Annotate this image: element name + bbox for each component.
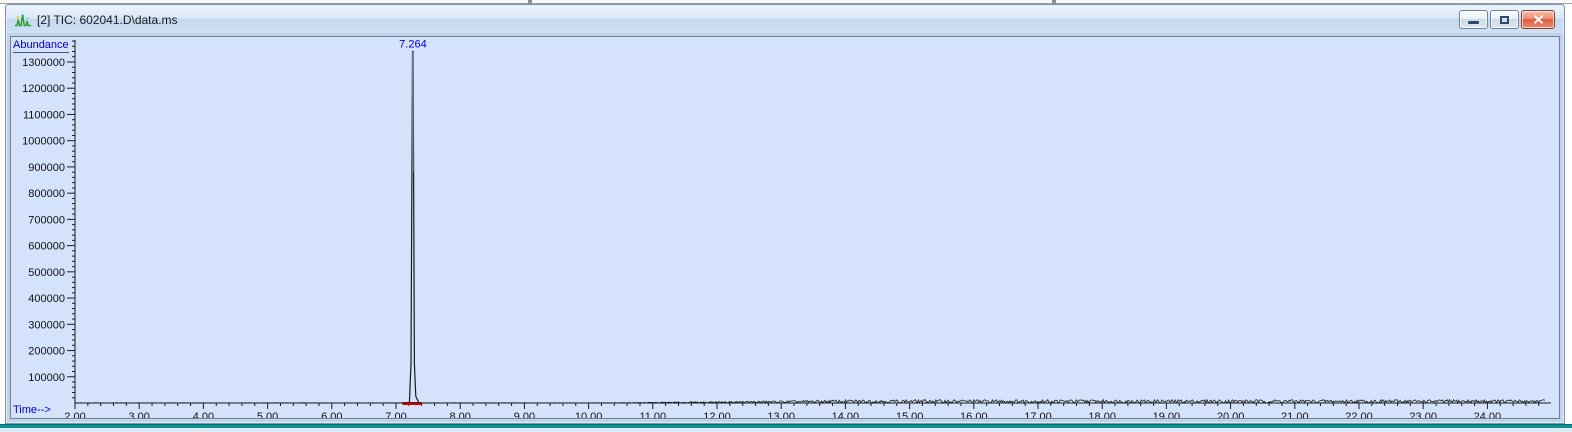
y-axis-title: Abundance (13, 39, 69, 53)
x-tick-label: 19.00 (1153, 411, 1181, 418)
minimize-button[interactable] (1459, 10, 1488, 29)
y-tick-label: 1000000 (22, 136, 65, 148)
x-tick-label: 22.00 (1345, 411, 1373, 418)
chromatogram-icon (15, 13, 31, 26)
y-tick-label: 600000 (28, 241, 65, 253)
x-tick-label: 24.00 (1474, 411, 1502, 418)
x-tick-label: 21.00 (1281, 411, 1309, 418)
x-tick-label: 8.00 (449, 411, 470, 418)
window-title: [2] TIC: 602041.D\data.ms (37, 12, 178, 27)
y-tick-label: 500000 (28, 267, 65, 279)
chromatogram-plot[interactable]: 100000 200000 300000 400000 500000 600000 7000… (10, 36, 1560, 419)
y-tick-label: 700000 (28, 214, 65, 226)
y-tick-label: 400000 (28, 293, 65, 305)
peak-label: 7.264 (399, 39, 427, 51)
x-tick-label: 3.00 (128, 411, 149, 418)
y-tick-label: 1200000 (22, 83, 65, 95)
x-tick-label: 16.00 (960, 411, 988, 418)
x-tick-label: 9.00 (514, 411, 535, 418)
chromatogram-window: [2] TIC: 602041.D\data.ms 100000 200000 30… (5, 4, 1565, 424)
x-tick-label: 11.00 (639, 411, 666, 418)
tic-peak-trace (408, 50, 420, 403)
y-tick-label: 800000 (28, 188, 65, 200)
window-titlebar[interactable]: [2] TIC: 602041.D\data.ms (7, 6, 1563, 33)
tic-chart: 100000 200000 300000 400000 500000 600000 7000… (22, 39, 1551, 418)
x-tick-label: 14.00 (832, 411, 860, 418)
x-tick-label: 6.00 (321, 411, 342, 418)
x-tick-label: 5.00 (257, 411, 278, 418)
close-button[interactable] (1521, 10, 1555, 29)
restore-button[interactable] (1490, 10, 1519, 29)
x-tick-label: 23.00 (1409, 411, 1437, 418)
x-tick-label: 13.00 (767, 411, 795, 418)
x-tick-label: 20.00 (1217, 411, 1245, 418)
x-tick-label: 10.00 (575, 411, 603, 418)
x-tick-label: 4.00 (193, 411, 214, 418)
x-tick-label: 18.00 (1088, 411, 1116, 418)
parent-app-background (0, 428, 1572, 432)
close-icon (1533, 15, 1543, 24)
y-tick-label: 100000 (28, 372, 65, 384)
x-tick-label: 7.00 (385, 411, 406, 418)
minimize-icon (1468, 21, 1479, 24)
tic-baseline-trace (74, 398, 1546, 405)
y-tick-label: 300000 (28, 319, 65, 331)
x-axis-title: Time--> (13, 404, 51, 416)
y-tick-label: 1100000 (23, 109, 65, 121)
window-controls (1459, 10, 1555, 29)
x-tick-label: 17.00 (1024, 411, 1052, 418)
x-tick-label: 2.00 (64, 411, 85, 418)
x-tick-label: 15.00 (896, 411, 924, 418)
y-tick-label: 900000 (28, 162, 65, 174)
y-tick-label: 200000 (28, 346, 65, 358)
x-tick-label: 12.00 (703, 411, 731, 418)
y-tick-label: 1300000 (22, 57, 65, 69)
restore-icon (1500, 15, 1509, 24)
